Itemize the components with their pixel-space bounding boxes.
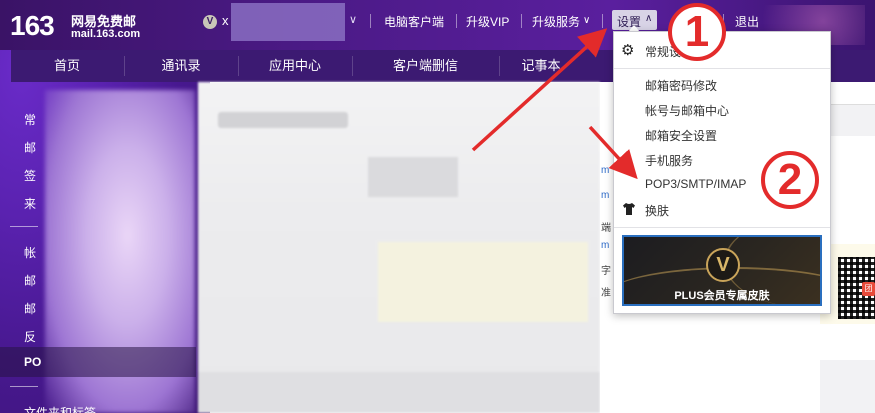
right-link-fragment[interactable]: m [601,190,609,201]
redacted-block [378,242,588,322]
settings-chevron-icon: ∧ [645,13,653,24]
user-account-initial[interactable]: x [222,13,229,28]
redacted-block [218,112,348,128]
menu-item-password-change[interactable]: 邮箱密码修改 [645,77,717,94]
menu-item-account-center[interactable]: 帐号与邮箱中心 [645,102,729,119]
shirt-icon [622,202,636,219]
vip-badge-icon[interactable]: V [203,15,217,29]
nav-divider [499,56,500,76]
redacted-block [198,372,600,413]
tab-home[interactable]: 首页 [11,50,123,82]
right-link-fragment[interactable]: m [601,165,609,176]
sidebar-item-mail-security[interactable]: 邮 [24,300,36,317]
step-2-badge: 2 [761,151,819,209]
tab-contacts[interactable]: 通讯录 [125,50,237,82]
gear-icon: ⚙ [621,42,635,59]
menu-item-mail-security[interactable]: 邮箱安全设置 [645,127,717,144]
logo-domain[interactable]: mail.163.com [71,28,140,40]
sidebar-item-signature[interactable]: 签 [24,167,36,184]
sidebar-item-incoming[interactable]: 来 [24,195,36,212]
right-text-fragment: 端 [601,223,611,234]
right-link-fragment[interactable]: m [601,240,609,251]
right-text-fragment: 准 [601,288,611,299]
tab-client-delete[interactable]: 客户端删信 [353,50,498,82]
redacted-block [368,157,458,197]
menu-item-pop3-smtp-imap[interactable]: POP3/SMTP/IMAP [645,177,746,191]
logout-link[interactable]: 退出 [735,13,759,30]
sidebar-divider [10,226,38,227]
sidebar-item-pop3[interactable]: PO [24,355,41,369]
plus-promo-label: PLUS会员专属皮肤 [674,290,770,302]
tab-app-center[interactable]: 应用中心 [239,50,351,82]
menu-item-change-skin[interactable]: 换肤 [645,202,669,219]
user-menu-chevron-icon[interactable]: ∨ [349,13,357,26]
plus-v-badge-icon: V [706,248,740,282]
header-divider [456,14,457,28]
header-divider [602,14,603,28]
sidebar-item-folders[interactable]: 文件夹和标签 [24,404,96,413]
settings-content-redacted [198,82,600,413]
upgrade-service-chevron-icon[interactable]: ∨ [583,15,590,26]
header-divider [521,14,522,28]
header-divider [370,14,371,28]
user-account-redacted [231,3,345,41]
upgrade-vip-link[interactable]: 升级VIP [466,13,509,30]
desktop-client-link[interactable]: 电脑客户端 [384,13,444,30]
plus-skin-promo-banner[interactable]: V PLUS会员专属皮肤 [622,235,822,306]
right-bottom-panel [820,360,875,413]
menu-divider [614,227,830,228]
logo-number[interactable]: 163 [10,10,55,42]
sidebar-item-antispam[interactable]: 反 [24,328,36,345]
upgrade-service-link[interactable]: 升级服务 [532,13,580,30]
tab-notes[interactable]: 记事本 [501,50,581,82]
sidebar-item-general[interactable]: 常 [24,111,36,128]
qr-tag: 团 [862,282,875,296]
step-1-badge: 1 [668,3,726,61]
sidebar-divider [10,386,38,387]
right-text-fragment: 字 [601,266,611,277]
menu-item-mobile-service[interactable]: 手机服务 [645,152,693,169]
sidebar-item-mail[interactable]: 邮 [24,139,36,156]
sidebar-item-mailbox[interactable]: 邮 [24,272,36,289]
menu-divider [614,68,830,69]
sidebar-item-account[interactable]: 帐 [24,244,36,261]
